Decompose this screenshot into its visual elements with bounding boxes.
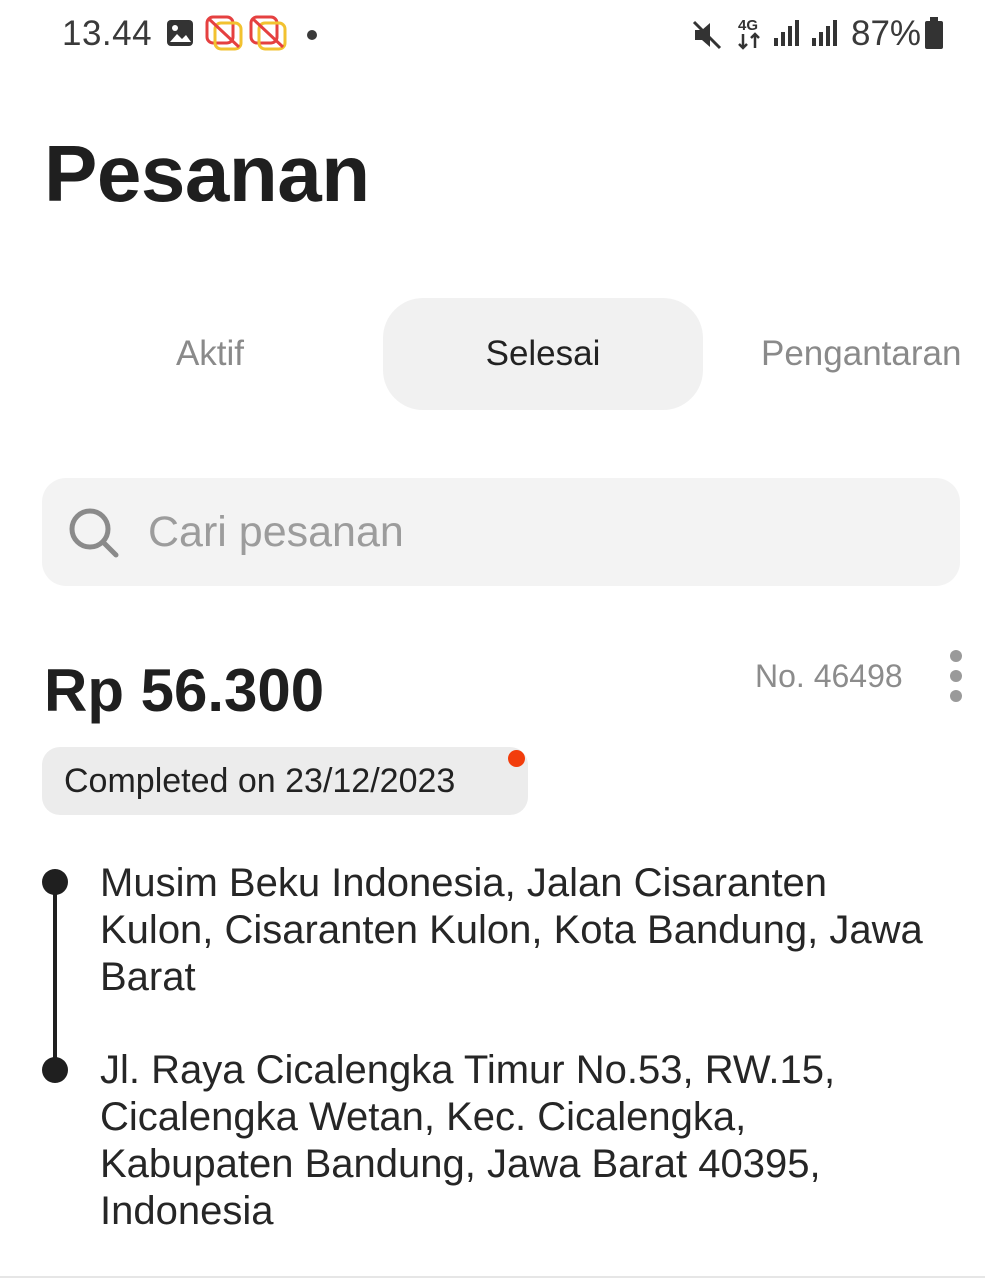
order-number: No. 46498 <box>755 658 903 694</box>
destination-address: Jl. Raya Cicalengka Timur No.53, RW.15, … <box>100 1048 836 1233</box>
signal-icon <box>812 20 837 46</box>
battery-percent: 87% <box>851 14 922 53</box>
notification-dot <box>508 750 525 767</box>
status-time: 13.44 <box>62 14 153 53</box>
gallery-icon <box>167 20 193 46</box>
tab-label: Aktif <box>175 334 245 373</box>
tab-selesai[interactable]: Selesai <box>383 298 703 410</box>
page-title: Pesanan <box>44 129 370 218</box>
search-input[interactable] <box>148 500 908 564</box>
order-price: Rp 56.300 <box>44 657 325 724</box>
status-bar: 13.44 4G 87% <box>0 0 985 70</box>
svg-text:4G: 4G <box>738 17 758 34</box>
divider <box>0 1276 985 1278</box>
tab-pengantaran[interactable]: Pengantaran <box>735 298 985 410</box>
more-dot <box>950 670 962 682</box>
tab-label: Pengantaran <box>761 334 962 373</box>
battery-icon <box>925 17 943 49</box>
status-badge-text: Completed on 23/12/2023 <box>64 761 456 800</box>
route-line <box>53 882 57 1070</box>
more-notifications-dot <box>307 30 317 40</box>
app-notification-icon <box>205 15 243 51</box>
tab-label: Selesai <box>485 334 601 373</box>
origin-marker <box>42 869 68 895</box>
status-badge: Completed on 23/12/2023 <box>42 747 528 815</box>
origin-address: Musim Beku Indonesia, Jalan Cisaranten K… <box>100 861 923 999</box>
more-dot <box>950 690 962 702</box>
mute-icon <box>692 20 722 50</box>
app-notification-icon <box>249 15 287 51</box>
4g-icon: 4G <box>738 17 760 50</box>
more-dot <box>950 650 962 662</box>
search-icon <box>69 508 119 558</box>
signal-icon <box>774 20 799 46</box>
tab-aktif[interactable]: Aktif <box>60 298 360 410</box>
destination-marker <box>42 1057 68 1083</box>
more-options-button[interactable] <box>940 648 972 704</box>
